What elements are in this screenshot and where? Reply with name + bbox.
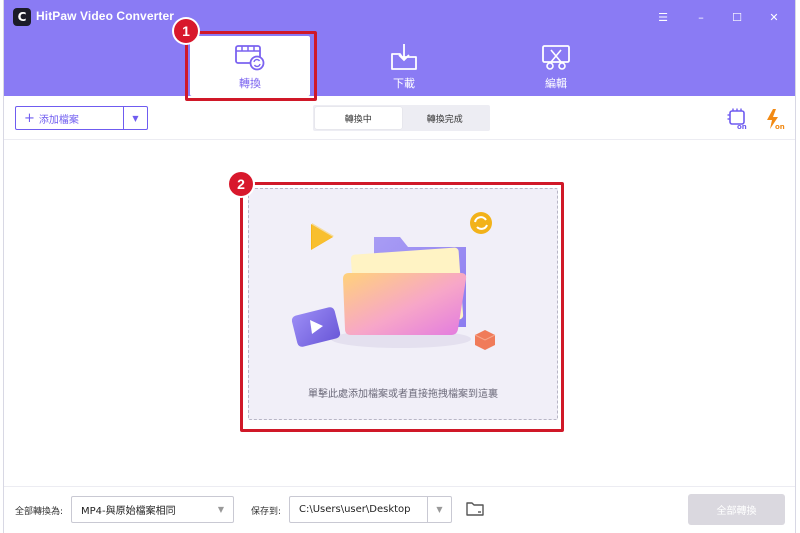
svg-text:on: on [737,123,747,130]
chevron-down-icon[interactable]: ▼ [123,107,147,129]
save-path-value: C:\Users\user\Desktop [299,504,411,515]
download-folder-icon [391,44,417,70]
app-logo-icon: C [13,8,31,26]
close-button[interactable]: ✕ [767,10,781,24]
folder-icon[interactable] [465,500,485,518]
svg-text:on: on [775,123,785,130]
plus-icon: + [24,110,35,126]
output-format-value: MP4-與原始檔案相同 [81,506,176,517]
top-bar: C HitPaw Video Converter ☰ – ☐ ✕ 轉換 下載 編… [4,0,795,96]
add-files-main[interactable]: + 添加檔案 [16,107,123,129]
toolbar: + 添加檔案 ▼ 轉換中 轉換完成 [4,96,795,140]
save-to-label: 保存到: [251,507,282,517]
lightning-on-icon[interactable]: on [764,108,786,130]
callout-highlight-box-1 [185,31,317,101]
tab-download-label: 下載 [393,77,415,90]
convert-all-to-label: 全部轉換為: [15,507,64,517]
callout-highlight-box-2 [240,182,564,432]
add-files-button[interactable]: + 添加檔案 ▼ [15,106,148,130]
output-format-select[interactable]: MP4-與原始檔案相同 ▼ [71,496,234,523]
tab-download[interactable]: 下載 [344,36,464,96]
status-segmented-control: 轉換中 轉換完成 [313,105,490,131]
tab-converted[interactable]: 轉換完成 [402,107,489,129]
tab-edit-label: 編輯 [545,77,567,90]
add-files-label: 添加檔案 [38,114,79,126]
app-title: HitPaw Video Converter [36,9,175,23]
maximize-button[interactable]: ☐ [730,10,744,24]
convert-all-button[interactable]: 全部轉換 [688,494,785,525]
menu-icon[interactable]: ☰ [656,10,670,24]
save-path-select[interactable]: C:\Users\user\Desktop ▼ [289,496,452,523]
app-window: C HitPaw Video Converter ☰ – ☐ ✕ 轉換 下載 編… [3,0,796,533]
chevron-down-icon: ▼ [217,505,225,514]
callout-badge-1: 1 [174,19,198,43]
tab-edit[interactable]: 編輯 [496,36,616,96]
minimize-button[interactable]: – [694,10,708,24]
tab-converting[interactable]: 轉換中 [315,107,402,129]
hardware-acceleration-on-icon[interactable]: on [727,108,749,130]
callout-badge-2: 2 [229,172,253,196]
bottom-bar: 全部轉換為: MP4-與原始檔案相同 ▼ 保存到: C:\Users\user\… [4,486,795,533]
edit-scissors-icon [542,45,570,70]
chevron-down-icon[interactable]: ▼ [427,497,451,522]
